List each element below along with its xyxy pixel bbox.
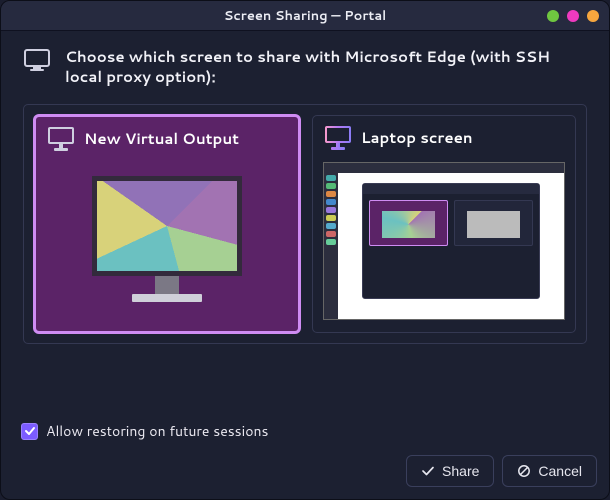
virtual-monitor-illustration [92,176,242,306]
restore-sessions-label: Allow restoring on future sessions [46,421,268,441]
cancel-icon [517,464,531,478]
screen-share-icon [23,47,51,75]
restore-sessions-row: Allow restoring on future sessions [1,413,609,447]
option-preview [313,156,575,332]
restore-sessions-checkbox[interactable] [21,423,38,440]
dialog-body: Choose which screen to share with Micros… [1,31,609,499]
monitor-icon [48,127,74,151]
option-preview [36,157,298,331]
action-buttons: Share Cancel [1,447,609,499]
share-button[interactable]: Share [406,455,494,487]
option-label: New Virtual Output [84,128,239,149]
checkmark-icon [421,464,435,478]
laptop-screen-thumbnail [323,162,565,320]
cancel-button[interactable]: Cancel [502,455,597,487]
option-new-virtual-output[interactable]: New Virtual Output [34,115,300,333]
prompt-text: Choose which screen to share with Micros… [65,47,587,88]
close-button[interactable] [587,10,599,22]
cancel-button-label: Cancel [538,463,582,479]
checkmark-icon [24,425,36,437]
monitor-gradient-icon [325,126,351,150]
share-button-label: Share [442,463,479,479]
window-title: Screen Sharing — Portal [1,7,609,25]
titlebar: Screen Sharing — Portal [1,1,609,31]
option-laptop-screen[interactable]: Laptop screen [312,115,576,333]
screen-sharing-dialog: Screen Sharing — Portal Choose which scr… [0,0,610,500]
screen-options: New Virtual Output Laptop screen [23,104,587,344]
option-header: Laptop screen [313,116,575,156]
option-label: Laptop screen [361,127,473,148]
window-controls [547,1,599,31]
maximize-button[interactable] [567,10,579,22]
option-header: New Virtual Output [36,117,298,157]
minimize-button[interactable] [547,10,559,22]
prompt-row: Choose which screen to share with Micros… [1,31,609,94]
